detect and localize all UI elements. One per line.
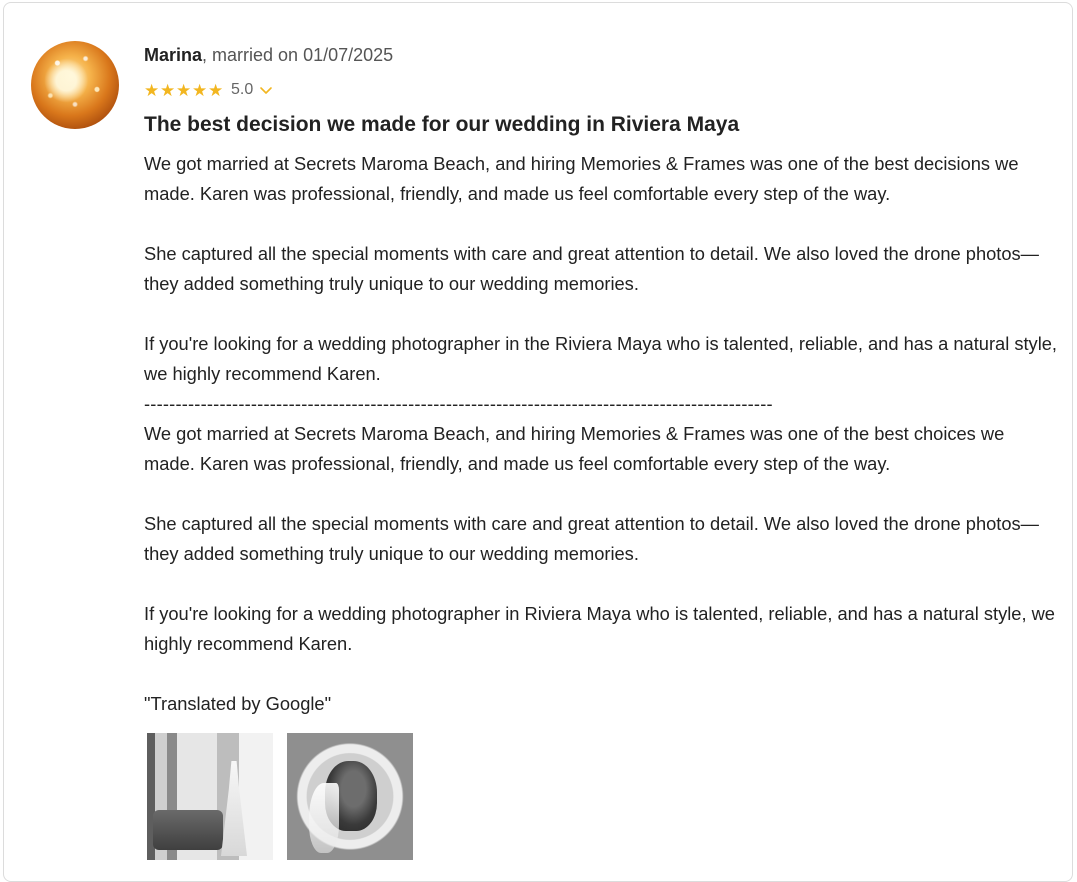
review-title: The best decision we made for our weddin… [144, 113, 740, 136]
married-date: , married on 01/07/2025 [202, 45, 394, 65]
review-paragraph: If you're looking for a wedding photogra… [144, 333, 1058, 384]
photo-thumbnail[interactable] [287, 733, 413, 860]
divider-line: ----------------------------------------… [144, 393, 773, 414]
translated-note: "Translated by Google" [144, 693, 332, 714]
review-paragraph: We got married at Secrets Maroma Beach, … [144, 153, 1019, 204]
avatar[interactable] [31, 41, 119, 129]
rating-row[interactable]: ★ ★ ★ ★ ★ 5.0 [144, 79, 1059, 101]
review-content: Marina, married on 01/07/2025 ★ ★ ★ ★ ★ … [144, 43, 1059, 719]
star-icon: ★ [208, 80, 224, 100]
star-icon: ★ [144, 80, 160, 100]
rating-value: 5.0 [231, 81, 254, 98]
review-photos [147, 733, 413, 860]
rating-stars: ★ ★ ★ ★ ★ [144, 82, 224, 99]
translated-paragraph: We got married at Secrets Maroma Beach, … [144, 423, 1005, 474]
translated-paragraph: If you're looking for a wedding photogra… [144, 603, 1055, 654]
review-header: Marina, married on 01/07/2025 [144, 43, 1059, 67]
chevron-down-icon[interactable] [258, 82, 274, 98]
star-icon: ★ [176, 80, 192, 100]
star-icon: ★ [192, 80, 208, 100]
photo-thumbnail[interactable] [147, 733, 273, 860]
review-body: We got married at Secrets Maroma Beach, … [144, 149, 1059, 719]
author-name[interactable]: Marina [144, 45, 202, 65]
star-icon: ★ [160, 80, 176, 100]
translated-paragraph: She captured all the special moments wit… [144, 513, 1039, 564]
review-paragraph: She captured all the special moments wit… [144, 243, 1039, 294]
